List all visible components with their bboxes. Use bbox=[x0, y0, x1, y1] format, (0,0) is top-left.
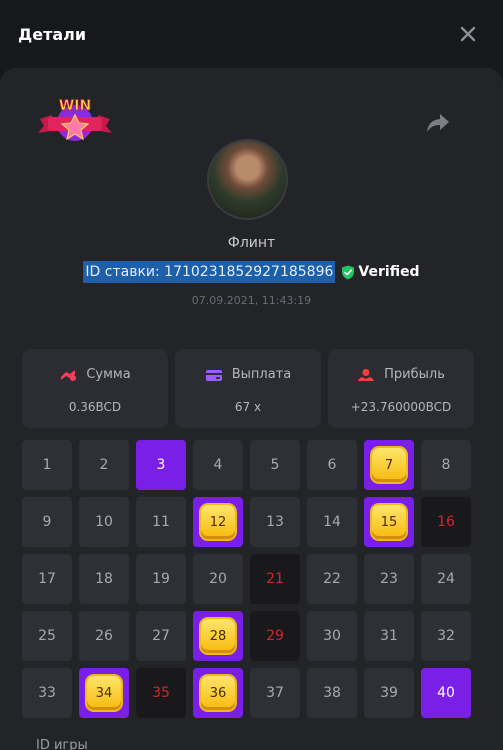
grid-cell-40[interactable]: 40 bbox=[421, 668, 471, 718]
grid-cell-36[interactable]: 36 bbox=[193, 668, 243, 718]
profit-icon bbox=[358, 368, 375, 381]
grid-cell-30[interactable]: 30 bbox=[307, 611, 357, 661]
shield-check-icon bbox=[342, 265, 355, 279]
stat-value: +23.760000BCD bbox=[350, 400, 452, 414]
grid-cell-24[interactable]: 24 bbox=[421, 554, 471, 604]
grid-cell-7[interactable]: 7 bbox=[364, 440, 414, 490]
verified-label: Verified bbox=[358, 264, 420, 280]
stats-row: Сумма 0.36BCD Выплата 67 x Прибыль +23.7… bbox=[22, 349, 474, 428]
gem-icon: 36 bbox=[201, 676, 235, 710]
grid-cell-28[interactable]: 28 bbox=[193, 611, 243, 661]
verified-badge: Verified bbox=[341, 264, 420, 280]
stat-amount: Сумма 0.36BCD bbox=[22, 349, 168, 428]
grid-cell-16[interactable]: 16 bbox=[421, 497, 471, 547]
bet-id-row: ID ставки: 1710231852927185896 Verified bbox=[0, 261, 503, 283]
grid-cell-2[interactable]: 2 bbox=[79, 440, 129, 490]
stat-profit: Прибыль +23.760000BCD bbox=[328, 349, 474, 428]
game-id-label: ID игры bbox=[36, 738, 88, 750]
stat-payout: Выплата 67 x bbox=[175, 349, 321, 428]
gem-icon: 12 bbox=[201, 505, 235, 539]
grid-cell-13[interactable]: 13 bbox=[250, 497, 300, 547]
grid-cell-34[interactable]: 34 bbox=[79, 668, 129, 718]
grid-cell-11[interactable]: 11 bbox=[136, 497, 186, 547]
grid-cell-6[interactable]: 6 bbox=[307, 440, 357, 490]
gem-icon: 34 bbox=[87, 676, 121, 710]
keno-grid: 1 2 3 4 5 6 7 8 9 10 11 12 13 14 15 16 17 18 19 20 21 22 23 24 2… bbox=[22, 440, 471, 718]
grid-cell-35[interactable]: 35 bbox=[136, 668, 186, 718]
grid-cell-31[interactable]: 31 bbox=[364, 611, 414, 661]
grid-cell-39[interactable]: 39 bbox=[364, 668, 414, 718]
grid-cell-10[interactable]: 10 bbox=[79, 497, 129, 547]
grid-cell-3[interactable]: 3 bbox=[136, 440, 186, 490]
avatar bbox=[207, 139, 288, 220]
bet-id[interactable]: ID ставки: 1710231852927185896 bbox=[83, 261, 336, 283]
stat-value: 67 x bbox=[234, 400, 262, 414]
grid-cell-4[interactable]: 4 bbox=[193, 440, 243, 490]
grid-cell-38[interactable]: 38 bbox=[307, 668, 357, 718]
grid-cell-19[interactable]: 19 bbox=[136, 554, 186, 604]
wallet-icon bbox=[205, 369, 222, 381]
win-badge-icon: WIN bbox=[38, 98, 112, 141]
grid-cell-8[interactable]: 8 bbox=[421, 440, 471, 490]
grid-cell-9[interactable]: 9 bbox=[22, 497, 72, 547]
grid-cell-12[interactable]: 12 bbox=[193, 497, 243, 547]
stat-label: Сумма bbox=[86, 367, 131, 382]
coins-icon bbox=[61, 369, 77, 381]
grid-cell-18[interactable]: 18 bbox=[79, 554, 129, 604]
stat-label: Выплата bbox=[231, 367, 292, 382]
grid-cell-21[interactable]: 21 bbox=[250, 554, 300, 604]
grid-cell-22[interactable]: 22 bbox=[307, 554, 357, 604]
gem-icon: 28 bbox=[201, 619, 235, 653]
grid-cell-27[interactable]: 27 bbox=[136, 611, 186, 661]
stat-label: Прибыль bbox=[384, 367, 445, 382]
grid-cell-29[interactable]: 29 bbox=[250, 611, 300, 661]
grid-cell-20[interactable]: 20 bbox=[193, 554, 243, 604]
player-name: Флинт bbox=[227, 235, 276, 251]
win-badge-text: WIN bbox=[59, 98, 91, 114]
grid-cell-23[interactable]: 23 bbox=[364, 554, 414, 604]
dialog-header: Детали bbox=[0, 0, 503, 68]
grid-cell-15[interactable]: 15 bbox=[364, 497, 414, 547]
grid-cell-33[interactable]: 33 bbox=[22, 668, 72, 718]
grid-cell-26[interactable]: 26 bbox=[79, 611, 129, 661]
grid-cell-14[interactable]: 14 bbox=[307, 497, 357, 547]
grid-cell-17[interactable]: 17 bbox=[22, 554, 72, 604]
grid-cell-1[interactable]: 1 bbox=[22, 440, 72, 490]
gem-icon: 7 bbox=[372, 448, 406, 482]
grid-cell-5[interactable]: 5 bbox=[250, 440, 300, 490]
grid-cell-32[interactable]: 32 bbox=[421, 611, 471, 661]
close-icon[interactable] bbox=[458, 24, 478, 44]
stat-value: 0.36BCD bbox=[68, 400, 122, 414]
grid-cell-37[interactable]: 37 bbox=[250, 668, 300, 718]
share-icon[interactable] bbox=[426, 112, 450, 134]
gem-icon: 15 bbox=[372, 505, 406, 539]
grid-cell-25[interactable]: 25 bbox=[22, 611, 72, 661]
bet-date: 07.09.2021, 11:43:19 bbox=[191, 294, 312, 307]
dialog-title: Детали bbox=[18, 25, 87, 44]
